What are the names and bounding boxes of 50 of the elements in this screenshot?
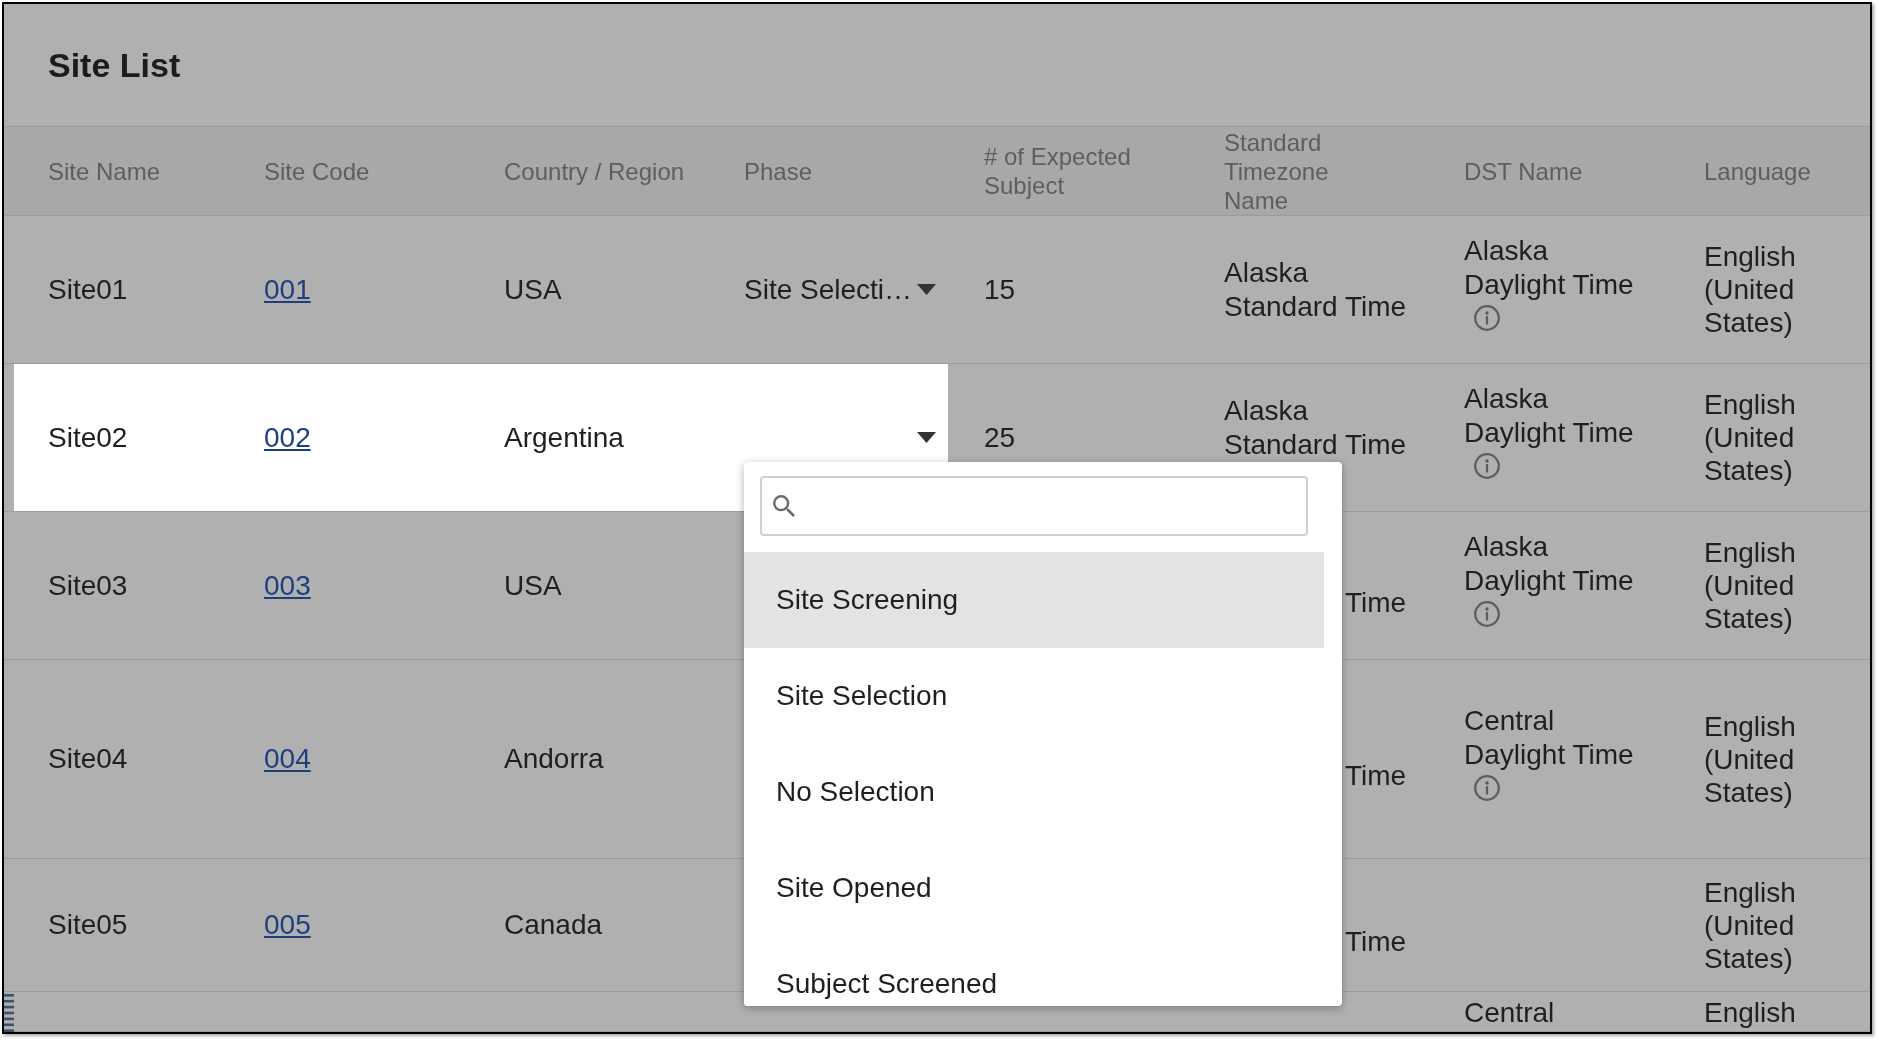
site-code-link[interactable]: 001 [264, 272, 311, 307]
column-header: Standard Timezone Name [1224, 127, 1330, 215]
table-cell-text: English (United States) [1704, 240, 1797, 339]
table-cell-text: English (United States) [1704, 709, 1797, 809]
table-cell-text: Alaska Daylight Time [1464, 234, 1635, 302]
column-header: DST Name [1464, 156, 1583, 186]
table-cell: Site02 [48, 420, 128, 455]
column-header: Language [1704, 156, 1811, 186]
table-cell: Time [1345, 759, 1407, 793]
table-cell-text: Central Daylight Time [1464, 703, 1635, 772]
search-icon [773, 495, 795, 517]
table-cell: USA [504, 568, 562, 603]
site-code-link[interactable]: 004 [264, 742, 311, 776]
column-header: Site Name [48, 156, 161, 186]
table-cell: Andorra [504, 742, 604, 776]
dropdown-option[interactable]: Subject Screened [744, 936, 1324, 1006]
table-cell: Site04 [48, 742, 128, 776]
table-cell-text: Alaska Standard Time [1224, 255, 1408, 324]
table-cell: 25 [984, 420, 1016, 455]
dropdown-option[interactable]: Site Screening [744, 552, 1324, 648]
table-cell: English [1704, 996, 1796, 1029]
table-cell: Canada [504, 908, 603, 942]
site-code-link[interactable]: 002 [264, 420, 311, 455]
column-header: Country / Region [504, 156, 685, 186]
caret-icon [917, 284, 936, 295]
table-cell-text: English (United States) [1704, 536, 1797, 635]
table-cell-text: Central [1464, 996, 1556, 1030]
search-field[interactable] [760, 476, 1308, 536]
page-title: Site List [48, 45, 181, 85]
caret-icon [917, 432, 936, 443]
column-header: Site Code [264, 156, 370, 186]
phase-select[interactable]: Site Selecti… [744, 272, 936, 307]
table-cell: Time [1345, 925, 1407, 959]
table-cell-text: English (United States) [1704, 388, 1797, 487]
table-cell: Site05 [48, 908, 128, 942]
site-code-link[interactable]: 005 [264, 908, 311, 942]
table-cell: Argentina [504, 420, 624, 455]
table-cell-text: English (United States) [1704, 875, 1797, 975]
table-cell: Time [1345, 585, 1407, 620]
table-cell-text: Alaska Standard Time [1224, 393, 1408, 462]
table-cell: 15 [984, 272, 1016, 307]
grip-lines-icon[interactable] [4, 994, 14, 1032]
table-cell: USA [504, 272, 562, 307]
site-code-link[interactable]: 003 [264, 568, 311, 603]
table-cell-text: Alaska Daylight Time [1464, 530, 1635, 598]
table-cell: Site03 [48, 568, 128, 603]
column-header: Phase [744, 156, 813, 186]
column-header: # of Expected Subject [984, 142, 1132, 200]
table-cell-text: Alaska Daylight Time [1464, 382, 1635, 450]
table-cell: Site01 [48, 272, 128, 307]
